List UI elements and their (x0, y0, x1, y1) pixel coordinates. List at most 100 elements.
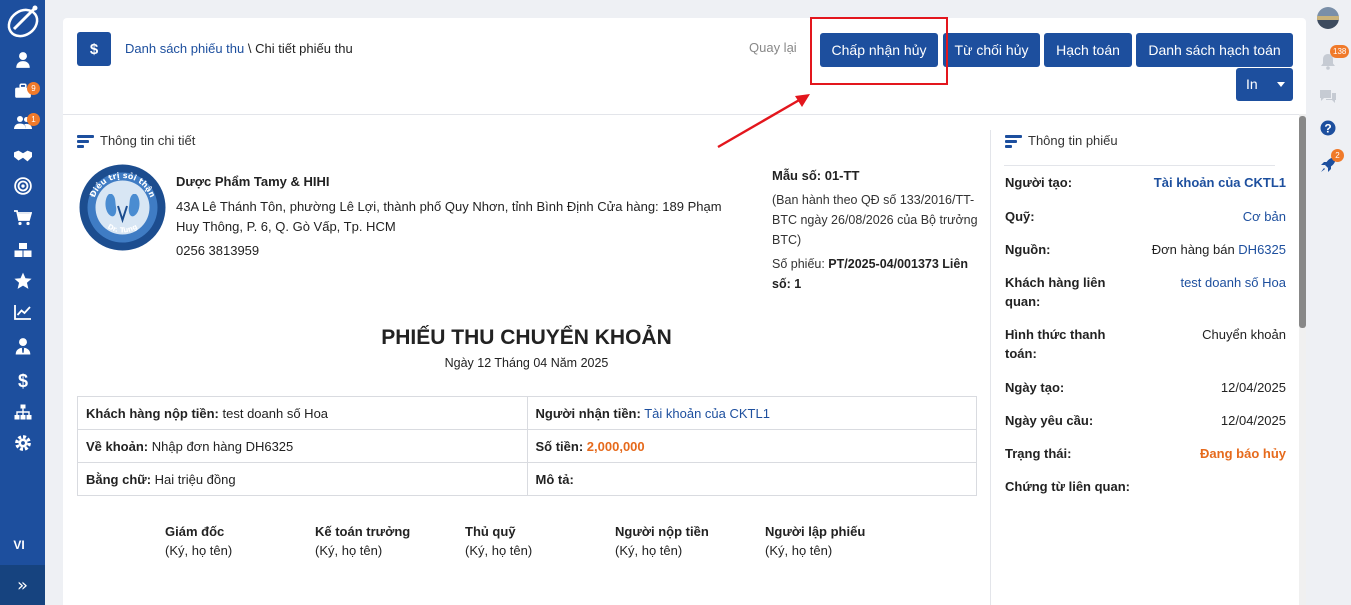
in-words-cell: Bằng chữ: Hai triệu đồng (77, 462, 528, 496)
amount-value: 2,000,000 (586, 438, 645, 454)
section-title-detail-text: Thông tin chi tiết (100, 133, 196, 148)
signature-sub: (Ký, họ tên) (615, 543, 683, 558)
company-name: Dược Phẩm Tamy & HIHI (176, 174, 330, 189)
reject-cancel-button[interactable]: Từ chối hủy (943, 33, 1040, 67)
avatar[interactable] (1317, 7, 1339, 29)
section-title-detail: Thông tin chi tiết (77, 133, 195, 148)
scrollbar[interactable] (1299, 114, 1306, 605)
signature-director: Giám đốc (Ký, họ tên) (165, 524, 232, 558)
sidebar-item-organization[interactable] (0, 398, 45, 426)
company-info: Dược Phẩm Tamy & HIHI 43A Lê Thánh Tôn, … (176, 174, 736, 258)
info-label: Khách hàng liên quan: (1005, 275, 1106, 309)
signature-payer: Người nộp tiền (Ký, họ tên) (615, 524, 709, 558)
right-rail: 138 ? 2 (1305, 0, 1351, 605)
description-label: Mô tả: (535, 471, 574, 487)
signature-sub: (Ký, họ tên) (465, 543, 533, 558)
source-order-link[interactable]: DH6325 (1238, 242, 1286, 257)
print-dropdown-button[interactable]: In (1236, 68, 1293, 101)
sidebar-item-staff[interactable] (0, 332, 45, 360)
chat-button[interactable] (1317, 85, 1339, 107)
notifications-button[interactable]: 138 (1317, 45, 1350, 72)
sidebar-item-briefcase[interactable]: 9 (0, 77, 45, 105)
sidebar-item-cart[interactable] (0, 204, 45, 232)
source-prefix: Đơn hàng bán (1151, 242, 1239, 257)
cart-icon (13, 210, 32, 226)
receiver-value[interactable]: Tài khoản của CKTL1 (644, 406, 770, 421)
sidebar-item-user[interactable] (0, 46, 45, 74)
svg-text:?: ? (1324, 122, 1331, 136)
form-number: Mẫu số: 01-TT (772, 168, 860, 183)
user-tie-icon (15, 338, 30, 355)
payer-label: Khách hàng nộp tiền: (86, 405, 219, 421)
user-icon (15, 52, 30, 68)
signature-title: Thủ quỹ (465, 524, 516, 539)
sidebar-item-handshake[interactable] (0, 142, 45, 170)
language-switch[interactable]: VI (0, 538, 38, 552)
receipt-info-table: Khách hàng nộp tiền: test doanh số Hoa N… (77, 396, 977, 496)
info-label: Trạng thái: (1005, 446, 1072, 461)
breadcrumb-separator: \ (244, 41, 256, 56)
receipt-number-label: Số phiếu: (772, 257, 829, 271)
list-lines-icon (1005, 134, 1022, 148)
boxes-icon (14, 243, 31, 257)
amount-cell: Số tiền: 2,000,000 (526, 429, 977, 463)
document-date: Ngày 12 Tháng 04 Năm 2025 (444, 356, 609, 370)
scrollbar-thumb[interactable] (1299, 116, 1306, 328)
table-row: Khách hàng nộp tiền: test doanh số Hoa N… (77, 396, 977, 430)
table-row: Bằng chữ: Hai triệu đồng Mô tả: (77, 462, 977, 496)
breadcrumb-link-receipts[interactable]: Danh sách phiếu thu (125, 41, 244, 56)
users-badge: 1 (27, 113, 40, 126)
signature-chief-accountant: Kế toán trưởng (Ký, họ tên) (315, 524, 410, 558)
accounting-list-button[interactable]: Danh sách hạch toán (1136, 33, 1293, 67)
sidebar-item-finance[interactable]: $ (0, 366, 45, 394)
info-label: Nguồn: (1005, 242, 1051, 257)
back-link[interactable]: Quay lại (749, 40, 797, 55)
info-label: Ngày tạo: (1005, 380, 1065, 395)
customer-link[interactable]: test doanh số Hoa (1180, 273, 1286, 292)
sidebar-item-boxes[interactable] (0, 236, 45, 264)
dollar-icon: $ (17, 371, 27, 389)
rocket-button[interactable]: 2 (1317, 149, 1344, 175)
accounting-button[interactable]: Hạch toán (1044, 33, 1132, 67)
sidebar-item-reports[interactable] (0, 298, 45, 326)
status-badge: Đang báo hủy (1200, 446, 1286, 461)
signature-sub: (Ký, họ tên) (765, 543, 833, 558)
sidebar-item-star[interactable] (0, 267, 45, 295)
info-label: Ngày yêu cầu: (1005, 413, 1094, 428)
sidebar-item-settings[interactable] (0, 429, 45, 457)
main-card: $ Danh sách phiếu thu \ Chi tiết phiếu t… (63, 17, 1306, 605)
caret-down-icon (1277, 82, 1285, 87)
payer-value: test doanh số Hoa (222, 405, 329, 421)
created-date-value: 12/04/2025 (1220, 380, 1286, 395)
notification-badge: 138 (1330, 45, 1350, 58)
rocket-badge: 2 (1331, 149, 1344, 162)
sidebar-item-target[interactable] (0, 172, 45, 200)
signature-sub: (Ký, họ tên) (315, 543, 383, 558)
sidebar-item-users[interactable]: 1 (0, 108, 45, 136)
request-date-value: 12/04/2025 (1220, 413, 1286, 428)
help-button[interactable]: ? (1317, 117, 1339, 139)
creator-link[interactable]: Tài khoản của CKTL1 (1154, 173, 1286, 192)
section-title-receipt: Thông tin phiếu (1005, 133, 1118, 148)
payment-method-value: Chuyển khoản (1202, 327, 1286, 342)
chart-line-icon (13, 305, 31, 320)
signature-preparer: Người lập phiếu (Ký, họ tên) (765, 524, 865, 558)
sidebar-expand-button[interactable]: » (0, 565, 45, 605)
reason-cell: Về khoản: Nhập đơn hàng DH6325 (77, 429, 528, 463)
briefcase-badge: 9 (27, 82, 40, 95)
receiver-cell: Người nhận tiền: Tài khoản của CKTL1 (526, 396, 977, 430)
app-logo-icon[interactable] (4, 3, 42, 39)
signature-cashier: Thủ quỹ (Ký, họ tên) (465, 524, 532, 558)
signature-title: Kế toán trưởng (315, 524, 411, 539)
svg-text:$: $ (17, 371, 27, 389)
help-icon: ? (1320, 120, 1336, 136)
signature-title: Người lập phiếu (765, 524, 866, 539)
highlight-box (810, 17, 948, 85)
left-sidebar: 9 1 $ VI » (0, 0, 45, 605)
in-words-value: Hai triệu đồng (154, 471, 236, 487)
fund-link[interactable]: Cơ bản (1243, 207, 1286, 226)
reason-label: Về khoản: (86, 438, 149, 454)
amount-label: Số tiền: (535, 438, 584, 454)
avatar-icon (1317, 7, 1339, 29)
reason-value: Nhập đơn hàng DH6325 (151, 438, 294, 454)
